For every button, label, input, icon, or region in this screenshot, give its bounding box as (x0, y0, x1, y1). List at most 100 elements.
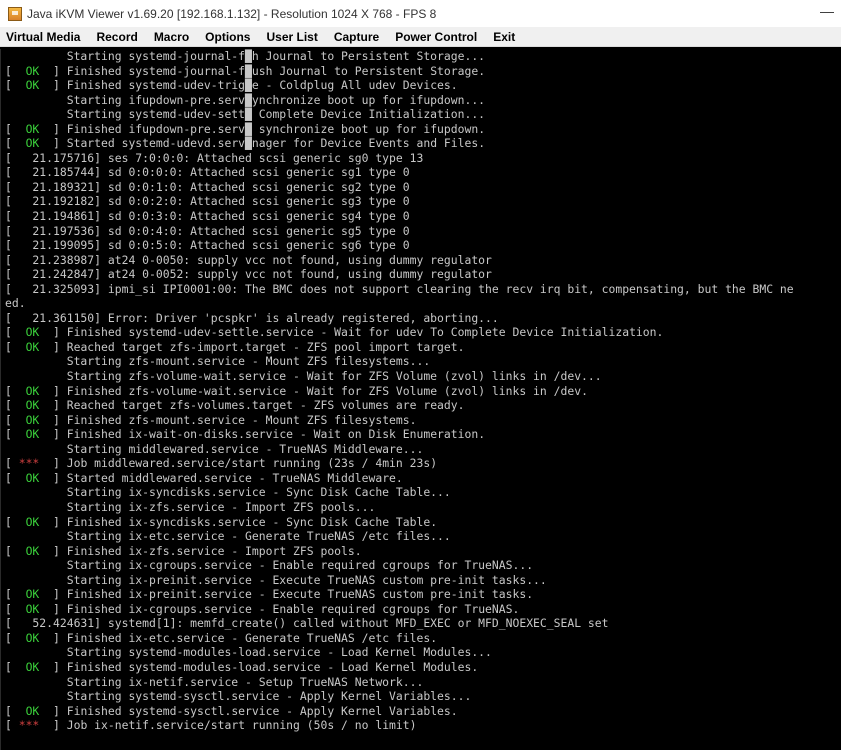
status-ok-tag: OK (11, 587, 54, 602)
console-line-text: [ 21.238987] at24 0-0050: supply vcc not… (5, 252, 492, 267)
status-ok-tag: OK (11, 601, 54, 616)
console-line-text: ed. (5, 296, 26, 311)
console-line: Starting ix-zfs.service - Import ZFS poo… (1, 500, 841, 515)
console-line: [ OK ] Finished ix-etc.service - Generat… (5, 630, 438, 645)
status-ok-tag: OK (11, 412, 54, 427)
console-line: [ OK ] Finished zfs-volume-wait.service … (5, 383, 588, 398)
console-line-text: [ 21.325093] ipmi_si IPI0001:00: The BMC… (5, 281, 794, 296)
console-line-text: [ 21.185744] sd 0:0:0:0: Attached scsi g… (5, 165, 410, 180)
console-line: [ 21.199095] sd 0:0:5:0: Attached scsi g… (1, 238, 841, 253)
minimize-button[interactable]: — (819, 2, 835, 22)
console-line: ed. (1, 296, 841, 311)
console-line-text: Starting zfs-volume-wait.service - Wait … (5, 369, 602, 384)
status-ok-tag: OK (11, 339, 54, 354)
console-line-text: Starting ix-etc.service - Generate TrueN… (5, 529, 451, 544)
console-line: Starting systemd-udev-sett█ Complete Dev… (1, 107, 841, 122)
console-line: [ OK ] Finished systemd-journal-f█ush Jo… (5, 63, 486, 78)
console-line-text: Job middlewared.service/start running (2… (66, 456, 438, 471)
status-ok-tag: OK (11, 136, 54, 151)
console-line: Starting middlewared.service - TrueNAS M… (1, 442, 841, 457)
menu-item-options[interactable]: Options (197, 27, 258, 47)
console-line: [ 21.361150] Error: Driver 'pcspkr' is a… (1, 311, 841, 326)
status-ok-tag: OK (11, 383, 54, 398)
console-line-text: [ 21.361150] Error: Driver 'pcspkr' is a… (5, 310, 499, 325)
console-line-text: Starting ix-zfs.service - Import ZFS poo… (5, 499, 376, 514)
kvm-console-screen[interactable]: Starting systemd-journal-f█h Journal to … (0, 49, 841, 750)
console-line: [ *** ] Job middlewared.service/start ru… (5, 456, 438, 471)
console-line-text: Finished systemd-sysctl.service - Apply … (66, 703, 458, 718)
console-line: [ 21.238987] at24 0-0050: supply vcc not… (1, 253, 841, 268)
console-line: Starting ix-cgroups.service - Enable req… (1, 558, 841, 573)
console-line-text: Finished ifupdown-pre.serv█ synchronize … (66, 121, 486, 136)
console-line: [ OK ] Started systemd-udevd.serv█nager … (5, 136, 486, 151)
console-line-text: Finished systemd-udev-settle.service - W… (66, 325, 664, 340)
status-ok-tag: OK (11, 325, 54, 340)
status-ok-tag: OK (11, 63, 54, 78)
console-line: [ OK ] Finished ix-zfs.service - Import … (5, 543, 362, 558)
console-line: Starting ix-etc.service - Generate TrueN… (1, 529, 841, 544)
console-line-text: Finished ix-cgroups.service - Enable req… (66, 601, 520, 616)
console-line-text: Starting systemd-sysctl.service - Apply … (5, 689, 472, 704)
console-line: [ 21.242847] at24 0-0052: supply vcc not… (1, 267, 841, 282)
console-line-text: Starting middlewared.service - TrueNAS M… (5, 441, 424, 456)
console-line-text: Reached target zfs-volumes.target - ZFS … (66, 398, 465, 413)
menu-item-virtual-media[interactable]: Virtual Media (0, 27, 88, 47)
console-line-text: Finished ix-zfs.service - Import ZFS poo… (66, 543, 362, 558)
console-line-text: Starting systemd-journal-f█h Journal to … (5, 49, 486, 63)
console-line: Starting ix-preinit.service - Execute Tr… (1, 573, 841, 588)
console-line: [ OK ] Finished systemd-sysctl.service -… (5, 703, 458, 718)
console-line: Starting ifupdown-pre.serv█ynchronize bo… (1, 93, 841, 108)
console-line: [ OK ] Finished ix-wait-on-disks.service… (5, 427, 486, 442)
console-line-text: Finished systemd-journal-f█ush Journal t… (66, 63, 486, 78)
console-line-text: Finished ix-preinit.service - Execute Tr… (66, 587, 534, 602)
status-ok-tag: OK (11, 78, 54, 93)
console-line-text: Finished ix-wait-on-disks.service - Wait… (66, 427, 486, 442)
status-ok-tag: OK (11, 121, 54, 136)
console-line: [ 21.325093] ipmi_si IPI0001:00: The BMC… (1, 282, 841, 297)
console-line: Starting zfs-mount.service - Mount ZFS f… (1, 354, 841, 369)
console-line: [ OK ] Finished ix-cgroups.service - Ena… (5, 601, 520, 616)
console-line: [ 21.197536] sd 0:0:4:0: Attached scsi g… (1, 224, 841, 239)
menu-item-record[interactable]: Record (88, 27, 145, 47)
menu-bar: Virtual Media Record Macro Options User List… (0, 27, 841, 47)
status-ok-tag: OK (11, 470, 54, 485)
console-line-text: Finished zfs-mount.service - Mount ZFS f… (66, 412, 417, 427)
console-line: [ 21.175716] ses 7:0:0:0: Attached scsi … (1, 151, 841, 166)
console-line: [ OK ] Finished systemd-udev-trig█e - Co… (5, 78, 458, 93)
console-line: [ OK ] Finished systemd-udev-settle.serv… (5, 325, 664, 340)
status-ok-tag: OK (11, 514, 54, 529)
console-line-text: Finished systemd-udev-trig█e - Coldplug … (66, 78, 458, 93)
menu-item-user-list[interactable]: User List (258, 27, 325, 47)
console-line-text: Started systemd-udevd.serv█nager for Dev… (66, 136, 486, 151)
console-line: Starting systemd-journal-f█h Journal to … (1, 49, 841, 64)
console-line: Starting systemd-modules-load.service - … (1, 645, 841, 660)
console-line-text: Finished zfs-volume-wait.service - Wait … (66, 383, 588, 398)
java-app-icon (8, 6, 22, 21)
menu-item-capture[interactable]: Capture (326, 27, 387, 47)
console-line-text: Starting zfs-mount.service - Mount ZFS f… (5, 354, 431, 369)
status-ok-tag: OK (11, 398, 54, 413)
console-line: Starting systemd-sysctl.service - Apply … (1, 689, 841, 704)
console-line-text: [ 21.189321] sd 0:0:1:0: Attached scsi g… (5, 179, 410, 194)
console-line: [ 21.185744] sd 0:0:0:0: Attached scsi g… (1, 165, 841, 180)
console-line: [ OK ] Finished systemd-modules-load.ser… (5, 659, 479, 674)
console-line-text: Starting ix-netif.service - Setup TrueNA… (5, 674, 424, 689)
menu-item-macro[interactable]: Macro (146, 27, 197, 47)
console-line: [ OK ] Reached target zfs-import.target … (5, 339, 465, 354)
console-line: [ 21.192182] sd 0:0:2:0: Attached scsi g… (1, 194, 841, 209)
console-line-text: Starting systemd-modules-load.service - … (5, 645, 492, 660)
menu-item-power-control[interactable]: Power Control (387, 27, 485, 47)
console-line: Starting ix-syncdisks.service - Sync Dis… (1, 485, 841, 500)
console-line-text: [ 21.175716] ses 7:0:0:0: Attached scsi … (5, 150, 424, 165)
status-ok-tag: OK (11, 659, 54, 674)
window-title: Java iKVM Viewer v1.69.20 [192.168.1.132… (27, 6, 437, 21)
console-line-text: Job ix-netif.service/start running (50s … (66, 718, 417, 733)
console-line-text: Starting ix-syncdisks.service - Sync Dis… (5, 485, 451, 500)
status-ok-tag: OK (11, 543, 54, 558)
menu-item-exit[interactable]: Exit (485, 27, 523, 47)
console-line: [ OK ] Reached target zfs-volumes.target… (5, 398, 465, 413)
console-line-text: [ 21.194861] sd 0:0:3:0: Attached scsi g… (5, 209, 410, 224)
console-line: Starting zfs-volume-wait.service - Wait … (1, 369, 841, 384)
console-line: [ 21.189321] sd 0:0:1:0: Attached scsi g… (1, 180, 841, 195)
console-line-text: [ 21.192182] sd 0:0:2:0: Attached scsi g… (5, 194, 410, 209)
